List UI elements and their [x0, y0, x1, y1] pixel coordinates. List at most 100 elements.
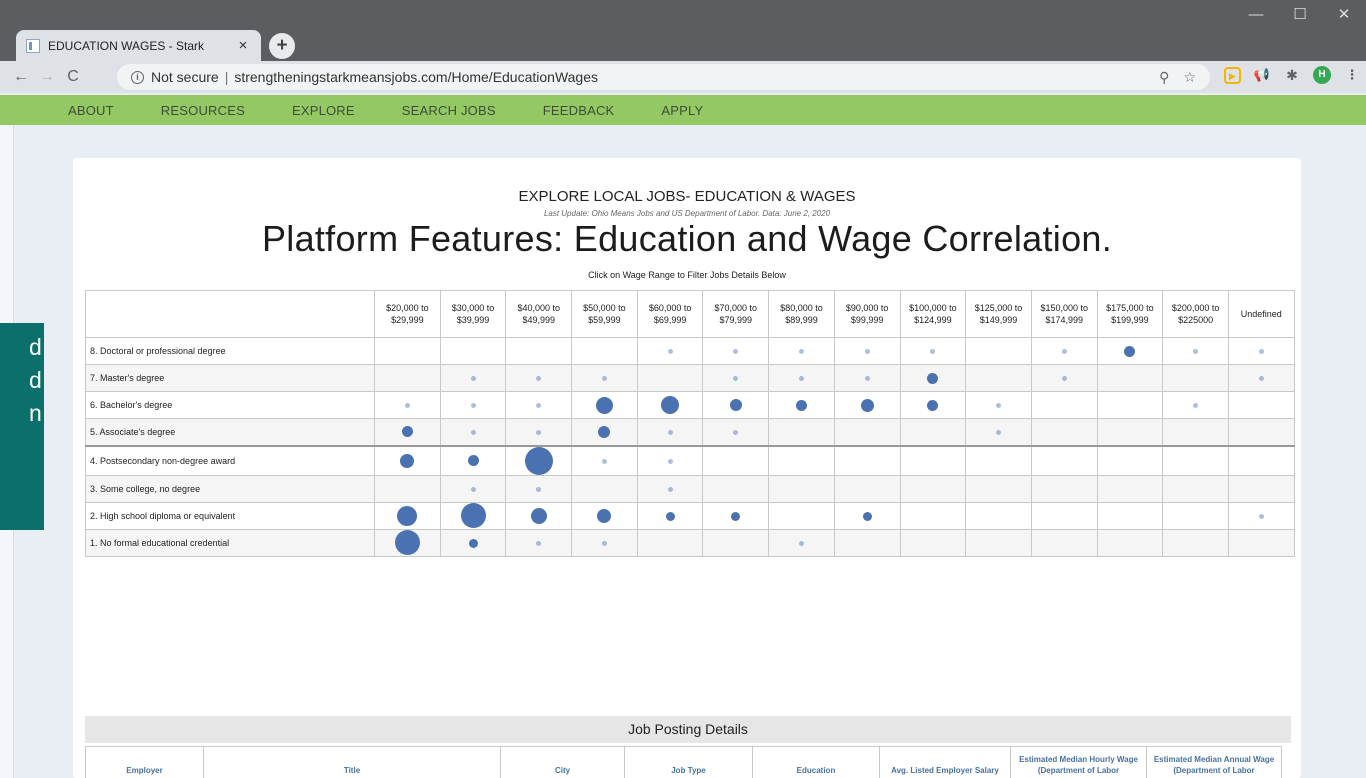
job-count-bubble[interactable]	[927, 399, 939, 411]
matrix-cell[interactable]	[1227, 337, 1295, 365]
zoom-icon[interactable]: ⚲	[1159, 69, 1169, 86]
wage-range-header[interactable]: $70,000 to $79,999	[702, 290, 770, 338]
matrix-cell[interactable]	[833, 501, 901, 530]
matrix-cell[interactable]	[571, 528, 638, 557]
job-count-bubble[interactable]	[470, 429, 476, 435]
matrix-cell[interactable]	[505, 418, 573, 446]
job-count-bubble[interactable]	[733, 376, 739, 382]
wage-range-header[interactable]: $60,000 to $69,999	[636, 290, 704, 338]
job-count-bubble[interactable]	[864, 376, 870, 382]
job-count-bubble[interactable]	[795, 399, 807, 411]
job-count-bubble[interactable]	[996, 429, 1002, 435]
tab-close-icon[interactable]: ×	[235, 37, 251, 54]
wage-range-header[interactable]: $125,000 to $149,999	[965, 290, 1032, 338]
maximize-button[interactable]: ☐	[1278, 0, 1322, 30]
job-count-bubble[interactable]	[1061, 349, 1067, 355]
job-count-bubble[interactable]	[598, 425, 611, 438]
matrix-cell[interactable]	[439, 418, 507, 446]
matrix-cell[interactable]	[571, 501, 638, 530]
matrix-cell[interactable]	[374, 418, 441, 446]
wage-range-header[interactable]: Undefined	[1227, 290, 1295, 338]
job-column-header[interactable]: Job Type	[624, 746, 753, 778]
matrix-cell[interactable]	[439, 364, 507, 392]
matrix-cell[interactable]	[439, 501, 507, 530]
matrix-cell[interactable]	[636, 444, 704, 476]
matrix-cell[interactable]	[1227, 501, 1295, 530]
job-count-bubble[interactable]	[467, 455, 479, 467]
job-count-bubble[interactable]	[595, 396, 613, 414]
job-count-bubble[interactable]	[1193, 403, 1199, 409]
reload-button[interactable]: C	[60, 68, 86, 86]
wage-range-header[interactable]: $50,000 to $59,999	[571, 290, 638, 338]
job-count-bubble[interactable]	[400, 453, 415, 468]
matrix-cell[interactable]	[702, 501, 770, 530]
wage-range-header[interactable]: $20,000 to $29,999	[374, 290, 441, 338]
job-column-header[interactable]: Employer	[85, 746, 204, 778]
matrix-cell[interactable]	[505, 444, 573, 476]
matrix-cell[interactable]	[899, 364, 967, 392]
job-count-bubble[interactable]	[860, 398, 874, 412]
job-count-bubble[interactable]	[470, 376, 476, 382]
matrix-cell[interactable]	[965, 418, 1032, 446]
job-count-bubble[interactable]	[1061, 376, 1067, 382]
matrix-cell[interactable]	[1162, 391, 1229, 419]
job-count-bubble[interactable]	[798, 376, 804, 382]
matrix-cell[interactable]	[702, 391, 770, 419]
matrix-cell[interactable]	[768, 337, 835, 365]
job-count-bubble[interactable]	[667, 458, 673, 464]
matrix-cell[interactable]	[833, 337, 901, 365]
job-count-bubble[interactable]	[601, 540, 607, 546]
job-count-bubble[interactable]	[1258, 376, 1264, 382]
job-count-bubble[interactable]	[530, 507, 547, 524]
job-column-header[interactable]: City	[500, 746, 625, 778]
job-column-header[interactable]: Estimated Median Annual Wage (Department…	[1146, 746, 1282, 778]
matrix-cell[interactable]	[505, 501, 573, 530]
matrix-cell[interactable]	[636, 501, 704, 530]
minimize-button[interactable]: —	[1234, 0, 1278, 30]
job-count-bubble[interactable]	[733, 349, 739, 355]
matrix-cell[interactable]	[899, 337, 967, 365]
matrix-cell[interactable]	[505, 474, 573, 503]
job-count-bubble[interactable]	[1124, 345, 1136, 357]
job-count-bubble[interactable]	[1258, 513, 1264, 519]
nav-about[interactable]: ABOUT	[68, 103, 114, 118]
job-count-bubble[interactable]	[468, 538, 478, 548]
wage-range-header[interactable]: $150,000 to $174,999	[1030, 290, 1098, 338]
nav-resources[interactable]: RESOURCES	[161, 103, 245, 118]
job-column-header[interactable]: Avg. Listed Employer Salary	[879, 746, 1011, 778]
matrix-cell[interactable]	[439, 528, 507, 557]
job-count-bubble[interactable]	[1258, 349, 1264, 355]
wage-range-header[interactable]: $100,000 to $124,999	[899, 290, 967, 338]
forward-button[interactable]: →	[34, 68, 60, 86]
job-count-bubble[interactable]	[665, 511, 675, 521]
job-count-bubble[interactable]	[536, 429, 542, 435]
new-tab-button[interactable]: +	[269, 33, 295, 59]
job-count-bubble[interactable]	[729, 399, 742, 411]
job-count-bubble[interactable]	[927, 372, 939, 384]
matrix-cell[interactable]	[965, 391, 1032, 419]
matrix-cell[interactable]	[374, 391, 441, 419]
matrix-cell[interactable]	[636, 418, 704, 446]
nav-apply[interactable]: APPLY	[661, 103, 703, 118]
matrix-cell[interactable]	[833, 391, 901, 419]
matrix-cell[interactable]	[439, 474, 507, 503]
matrix-cell[interactable]	[1030, 337, 1098, 365]
matrix-cell[interactable]	[768, 364, 835, 392]
matrix-cell[interactable]	[768, 391, 835, 419]
job-count-bubble[interactable]	[470, 403, 476, 409]
matrix-cell[interactable]	[636, 391, 704, 419]
matrix-cell[interactable]	[505, 364, 573, 392]
job-count-bubble[interactable]	[733, 429, 739, 435]
job-count-bubble[interactable]	[470, 486, 476, 492]
job-count-bubble[interactable]	[401, 426, 413, 438]
job-count-bubble[interactable]	[601, 458, 607, 464]
wage-range-header[interactable]: $40,000 to $49,999	[505, 290, 573, 338]
job-column-header[interactable]: Education	[752, 746, 880, 778]
job-count-bubble[interactable]	[397, 505, 418, 526]
nav-explore[interactable]: EXPLORE	[292, 103, 355, 118]
matrix-cell[interactable]	[702, 418, 770, 446]
matrix-cell[interactable]	[1227, 364, 1295, 392]
wage-range-header[interactable]: $90,000 to $99,999	[833, 290, 901, 338]
job-count-bubble[interactable]	[661, 396, 680, 414]
back-button[interactable]: ←	[8, 68, 34, 86]
